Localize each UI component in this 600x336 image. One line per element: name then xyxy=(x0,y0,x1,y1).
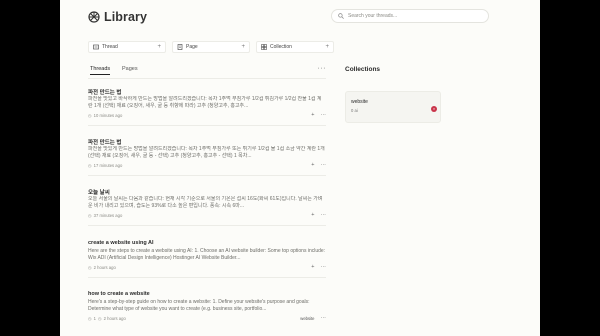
divider xyxy=(88,225,326,226)
thread-title[interactable]: 파전 만드는 법 xyxy=(88,138,326,146)
page-icon xyxy=(177,44,183,50)
thread-time-text: 17 minutes ago xyxy=(93,163,123,168)
divider xyxy=(88,277,326,278)
thread-time-text: 37 minutes ago xyxy=(93,213,123,218)
clock-icon: ◷ xyxy=(98,316,102,321)
clock-icon: ◷ xyxy=(88,113,92,118)
tab-pages[interactable]: Pages xyxy=(122,66,138,72)
tab-threads[interactable]: Threads xyxy=(90,66,111,75)
collection-subtitle: 0 ai xyxy=(351,108,358,113)
search-input[interactable] xyxy=(348,13,478,19)
new-page-button[interactable]: Page + xyxy=(172,41,250,53)
clock-icon: ◷ xyxy=(88,316,92,321)
thread-actions: + ··· xyxy=(311,162,326,168)
thread-count: 1 xyxy=(93,316,96,321)
thread-snippet: 오늘 서울의 날씨는 다음과 같습니다: 현재 시각 기준으로 서울의 기온은 … xyxy=(88,196,323,209)
thread-meta: ◷ 17 minutes ago + ··· xyxy=(88,162,326,170)
collection-name: website xyxy=(351,99,368,105)
plus-icon: + xyxy=(325,44,329,50)
collection-icon xyxy=(261,44,267,50)
clock-icon: ◷ xyxy=(88,213,92,218)
thread-snippet: 파전을 맛있고 바삭하게 만드는 방법을 알려드리겠습니다: 목차 1주먹 부침… xyxy=(88,96,322,109)
collection-card[interactable]: website 0 ai × xyxy=(345,91,441,123)
collections-panel: Collections website 0 ai × xyxy=(345,66,513,123)
thread-time: ◷ 2 hours ago xyxy=(88,265,116,270)
more-options-icon[interactable]: ··· xyxy=(318,65,327,72)
thread-title[interactable]: create a website using AI xyxy=(88,240,326,248)
thread-time: ◷ 1 ◷ 2 hours ago xyxy=(88,316,126,321)
thread-item[interactable]: create a website using AI Here are the s… xyxy=(88,240,326,278)
library-app: Library Thread + Page + xyxy=(60,0,540,336)
create-buttons: Thread + Page + Collection + xyxy=(88,41,334,53)
thread-item[interactable]: 파전 만드는 법 파전을 맛있게 만드는 방법을 알려드리겠습니다: 목차 1주… xyxy=(88,138,326,176)
thread-actions: + ··· xyxy=(311,264,326,270)
thread-time-text: 10 minutes ago xyxy=(93,113,123,118)
thread-item[interactable]: how to create a website Here's a step-by… xyxy=(88,291,326,323)
search-box[interactable] xyxy=(331,9,489,23)
thread-time: ◷ 37 minutes ago xyxy=(88,213,122,218)
plus-icon: + xyxy=(241,44,245,50)
more-icon[interactable]: ··· xyxy=(321,315,327,321)
thread-icon xyxy=(93,44,99,50)
library-logo: Library xyxy=(88,10,147,24)
collections-heading: Collections xyxy=(345,66,381,73)
thread-actions: website ··· xyxy=(300,315,326,321)
more-icon[interactable]: ··· xyxy=(321,264,327,270)
add-icon[interactable]: + xyxy=(311,264,314,270)
thread-time-text: 2 hours ago xyxy=(103,316,126,321)
new-thread-button[interactable]: Thread + xyxy=(88,41,166,53)
add-icon[interactable]: + xyxy=(311,112,314,118)
delete-collection-icon[interactable]: × xyxy=(431,106,437,112)
library-icon xyxy=(88,11,100,23)
add-icon[interactable]: + xyxy=(311,162,314,168)
thread-item[interactable]: 오늘 날씨 오늘 서울의 날씨는 다음과 같습니다: 현재 시각 기준으로 서울… xyxy=(88,188,326,226)
plus-icon: + xyxy=(157,44,161,50)
clock-icon: ◷ xyxy=(88,265,92,270)
new-thread-label: Thread xyxy=(102,44,118,50)
more-icon[interactable]: ··· xyxy=(321,112,327,118)
clock-icon: ◷ xyxy=(88,163,92,168)
thread-title[interactable]: how to create a website xyxy=(88,291,326,299)
thread-snippet: Here's a step-by-step guide on how to cr… xyxy=(88,299,310,312)
thread-time: ◷ 10 minutes ago xyxy=(88,113,122,118)
divider xyxy=(88,78,326,79)
divider xyxy=(88,175,326,176)
divider xyxy=(88,125,326,126)
thread-title[interactable]: 오늘 날씨 xyxy=(88,188,326,196)
collection-tag[interactable]: website xyxy=(300,316,314,321)
new-page-label: Page xyxy=(186,44,198,50)
add-icon[interactable]: + xyxy=(311,212,314,218)
thread-meta: ◷ 10 minutes ago + ··· xyxy=(88,112,326,120)
thread-title[interactable]: 파전 만드는 법 xyxy=(88,88,326,96)
thread-time: ◷ 17 minutes ago xyxy=(88,163,122,168)
new-collection-button[interactable]: Collection + xyxy=(256,41,334,53)
thread-meta: ◷ 2 hours ago + ··· xyxy=(88,264,326,272)
thread-snippet: 파전을 맛있게 만드는 방법을 알려드리겠습니다: 목차 1주먹 부침가루 또는… xyxy=(88,146,325,159)
thread-time-text: 2 hours ago xyxy=(93,265,116,270)
more-icon[interactable]: ··· xyxy=(321,212,327,218)
new-collection-label: Collection xyxy=(270,44,292,50)
thread-actions: + ··· xyxy=(311,212,326,218)
header: Library xyxy=(88,8,540,28)
thread-item[interactable]: 파전 만드는 법 파전을 맛있고 바삭하게 만드는 방법을 알려드리겠습니다: … xyxy=(88,88,326,126)
thread-meta: ◷ 1 ◷ 2 hours ago website ··· xyxy=(88,315,326,323)
thread-meta: ◷ 37 minutes ago + ··· xyxy=(88,212,326,220)
thread-actions: + ··· xyxy=(311,112,326,118)
more-icon[interactable]: ··· xyxy=(321,162,327,168)
page-title: Library xyxy=(104,10,148,24)
thread-snippet: Here are the steps to create a website u… xyxy=(88,248,326,261)
search-icon xyxy=(338,13,344,19)
